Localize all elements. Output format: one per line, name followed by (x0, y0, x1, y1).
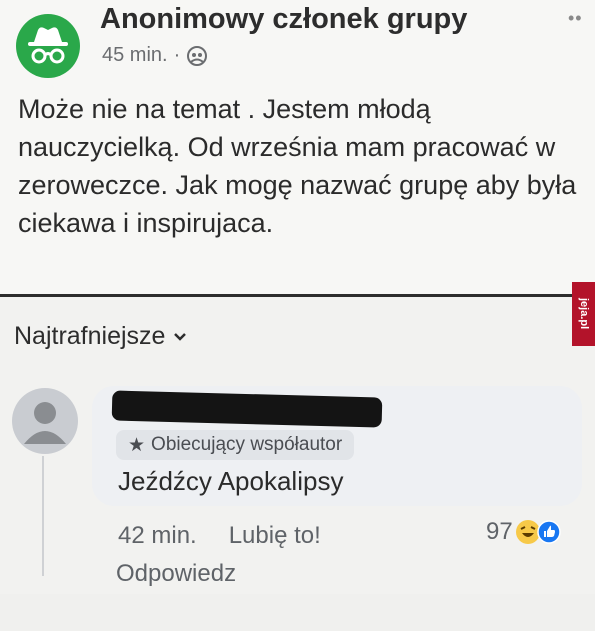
bottom-area (0, 594, 595, 631)
post-menu-button[interactable]: •• (568, 8, 583, 29)
reaction-summary[interactable]: 97 (486, 518, 561, 546)
star-icon: ★ (128, 434, 146, 456)
badge-label: Obiecujący współautor (151, 434, 343, 455)
meta-separator: · (173, 44, 181, 66)
default-user-icon (24, 402, 66, 444)
like-reaction-icon (536, 520, 561, 544)
incognito-icon (28, 27, 68, 64)
post-meta: 45 min. · (102, 44, 208, 67)
group-privacy-icon (187, 45, 208, 66)
post-card: Anonimowy członek grupy 45 min. · •• Moż… (0, 0, 595, 296)
post-author[interactable]: Anonimowy członek grupy (100, 3, 467, 36)
chevron-down-icon (174, 332, 187, 341)
section-divider (0, 294, 575, 297)
contributor-badge: ★ Obiecujący współautor (116, 430, 355, 460)
reaction-count: 97 (486, 518, 513, 545)
thread-line (42, 456, 44, 576)
like-button[interactable]: Lubię to! (229, 522, 321, 550)
comment-text: Jeźdźcy Apokalipsy (118, 466, 344, 496)
comment-actions: 42 min. Lubię to! (118, 522, 321, 550)
watermark-logo: jeja.pl (572, 282, 595, 346)
comment-avatar[interactable] (12, 388, 78, 454)
sort-label: Najtrafniejsze (14, 322, 166, 350)
post-time[interactable]: 45 min. (102, 44, 168, 67)
reply-button[interactable]: Odpowiedz (116, 560, 236, 588)
comment-time[interactable]: 42 min. (118, 522, 197, 550)
comment-sort-dropdown[interactable]: Najtrafniejsze (14, 322, 187, 351)
post-text: Może nie na temat . Jestem młodą nauczyc… (18, 94, 577, 238)
anonymous-avatar[interactable] (16, 14, 80, 78)
